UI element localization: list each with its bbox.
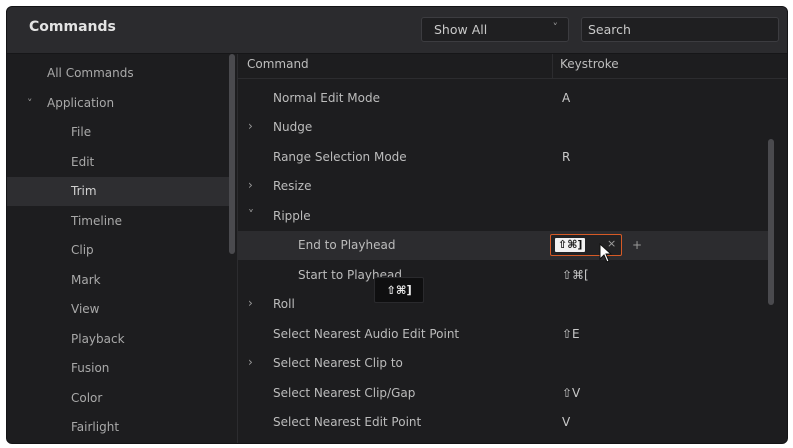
sidebar-item-color[interactable]: Color (7, 384, 229, 413)
table-scrollbar[interactable] (768, 139, 774, 305)
sidebar-item-view[interactable]: View (7, 295, 229, 324)
command-name: Select Nearest Audio Edit Point (273, 327, 460, 341)
sidebar-item-trim[interactable]: Trim (7, 177, 229, 206)
sidebar-item-playback[interactable]: Playback (7, 325, 229, 354)
keystroke[interactable]: V (562, 415, 570, 429)
keystroke[interactable]: ⇧V (562, 386, 580, 400)
sidebar-item-label: Clip (71, 243, 94, 257)
chevron-down-icon[interactable]: ˅ (248, 208, 254, 222)
table-row[interactable]: › Resize (238, 172, 771, 201)
plus-icon[interactable]: + (632, 238, 642, 252)
sidebar-item-fusion[interactable]: Fusion (7, 354, 229, 383)
keystroke-chip: ⇧⌘] (555, 238, 586, 252)
table-header: Command Keystroke (238, 54, 787, 79)
sidebar-item-fairlight[interactable]: Fairlight (7, 413, 229, 442)
table-row[interactable]: Normal Edit Mode A (238, 84, 771, 113)
chevron-right-icon[interactable]: › (248, 296, 253, 310)
table-row[interactable]: Range Selection Mode R (238, 143, 771, 172)
sidebar-item-all-commands[interactable]: All Commands (7, 59, 229, 88)
sidebar-item-edit[interactable]: Edit (7, 148, 229, 177)
sidebar-item-mark[interactable]: Mark (7, 266, 229, 295)
table-row-selected[interactable]: End to Playhead ⇧⌘] × + (238, 231, 771, 263)
chevron-right-icon[interactable]: › (248, 119, 253, 133)
page-title: Commands (29, 19, 116, 35)
table-row[interactable]: Select Nearest Audio Edit Point ⇧E (238, 320, 771, 349)
command-name: Select Nearest Clip to (273, 356, 403, 370)
column-divider (552, 54, 553, 78)
table-row[interactable]: Start to Playhead ⇧⌘[ (238, 261, 771, 290)
sidebar-item-label: Color (71, 391, 103, 405)
chevron-right-icon[interactable]: › (248, 178, 253, 192)
command-name: Ripple (273, 209, 311, 223)
sidebar-item-label: Edit (71, 155, 95, 169)
command-name: Roll (273, 297, 295, 311)
sidebar-item-label: Application (47, 96, 115, 110)
command-name: Select Nearest Clip/Gap (273, 386, 416, 400)
chevron-down-icon: ˅ (552, 21, 559, 34)
header-bar: Commands Show All ˅ (7, 7, 787, 54)
keystroke[interactable]: R (562, 150, 570, 164)
column-header-command[interactable]: Command (247, 57, 309, 71)
commands-window: Commands Show All ˅ All Commands ˅ Appli… (6, 6, 788, 444)
sidebar-item-label: Timeline (71, 214, 123, 228)
command-name: Select Nearest Edit Point (273, 415, 422, 429)
sidebar-item-label: Fusion (71, 361, 110, 375)
show-all-dropdown[interactable]: Show All ˅ (421, 17, 569, 42)
sidebar-item-label: Mark (71, 273, 101, 287)
keystroke[interactable]: ⇧⌘[ (562, 268, 589, 282)
sidebar-item-label: Fairlight (71, 420, 120, 434)
sidebar-item-application[interactable]: ˅ Application (7, 89, 229, 118)
sidebar-item-label: View (71, 302, 100, 316)
column-header-keystroke[interactable]: Keystroke (560, 57, 619, 71)
keystroke-tooltip: ⇧⌘] (374, 277, 424, 303)
category-sidebar: All Commands ˅ Application File Edit Tri… (7, 54, 229, 443)
table-row[interactable]: Select Nearest Edit Point V (238, 408, 771, 437)
sidebar-item-label: Trim (71, 184, 97, 198)
sidebar-item-timeline[interactable]: Timeline (7, 207, 229, 236)
table-row[interactable]: Select Nearest Clip/Gap ⇧V (238, 379, 771, 408)
command-name: Resize (273, 179, 312, 193)
chevron-down-icon[interactable]: ˅ (27, 89, 33, 118)
chevron-right-icon[interactable]: › (248, 355, 253, 369)
table-row[interactable]: ˅ Ripple (238, 202, 771, 231)
keystroke-editor[interactable]: ⇧⌘] × + (550, 234, 642, 257)
table-row[interactable]: › Roll (238, 290, 771, 319)
keystroke[interactable]: ⇧E (562, 327, 580, 341)
sidebar-item-clip[interactable]: Clip (7, 236, 229, 265)
table-row[interactable]: › Nudge (238, 113, 771, 142)
keystroke[interactable]: A (562, 91, 570, 105)
command-name: Nudge (273, 120, 313, 134)
commands-table: Command Keystroke Normal Edit Mode A › N… (238, 54, 787, 443)
sidebar-scrollbar[interactable] (229, 54, 235, 254)
search-input[interactable] (581, 17, 779, 42)
dropdown-value: Show All (434, 22, 488, 37)
table-row[interactable]: › Select Nearest Clip to (238, 349, 771, 378)
sidebar-item-label: Playback (71, 332, 125, 346)
sidebar-item-label: All Commands (47, 66, 134, 80)
sidebar-item-label: File (71, 125, 92, 139)
command-name: Range Selection Mode (273, 150, 407, 164)
sidebar-item-file[interactable]: File (7, 118, 229, 147)
command-name: End to Playhead (298, 238, 396, 252)
command-name: Normal Edit Mode (273, 91, 380, 105)
